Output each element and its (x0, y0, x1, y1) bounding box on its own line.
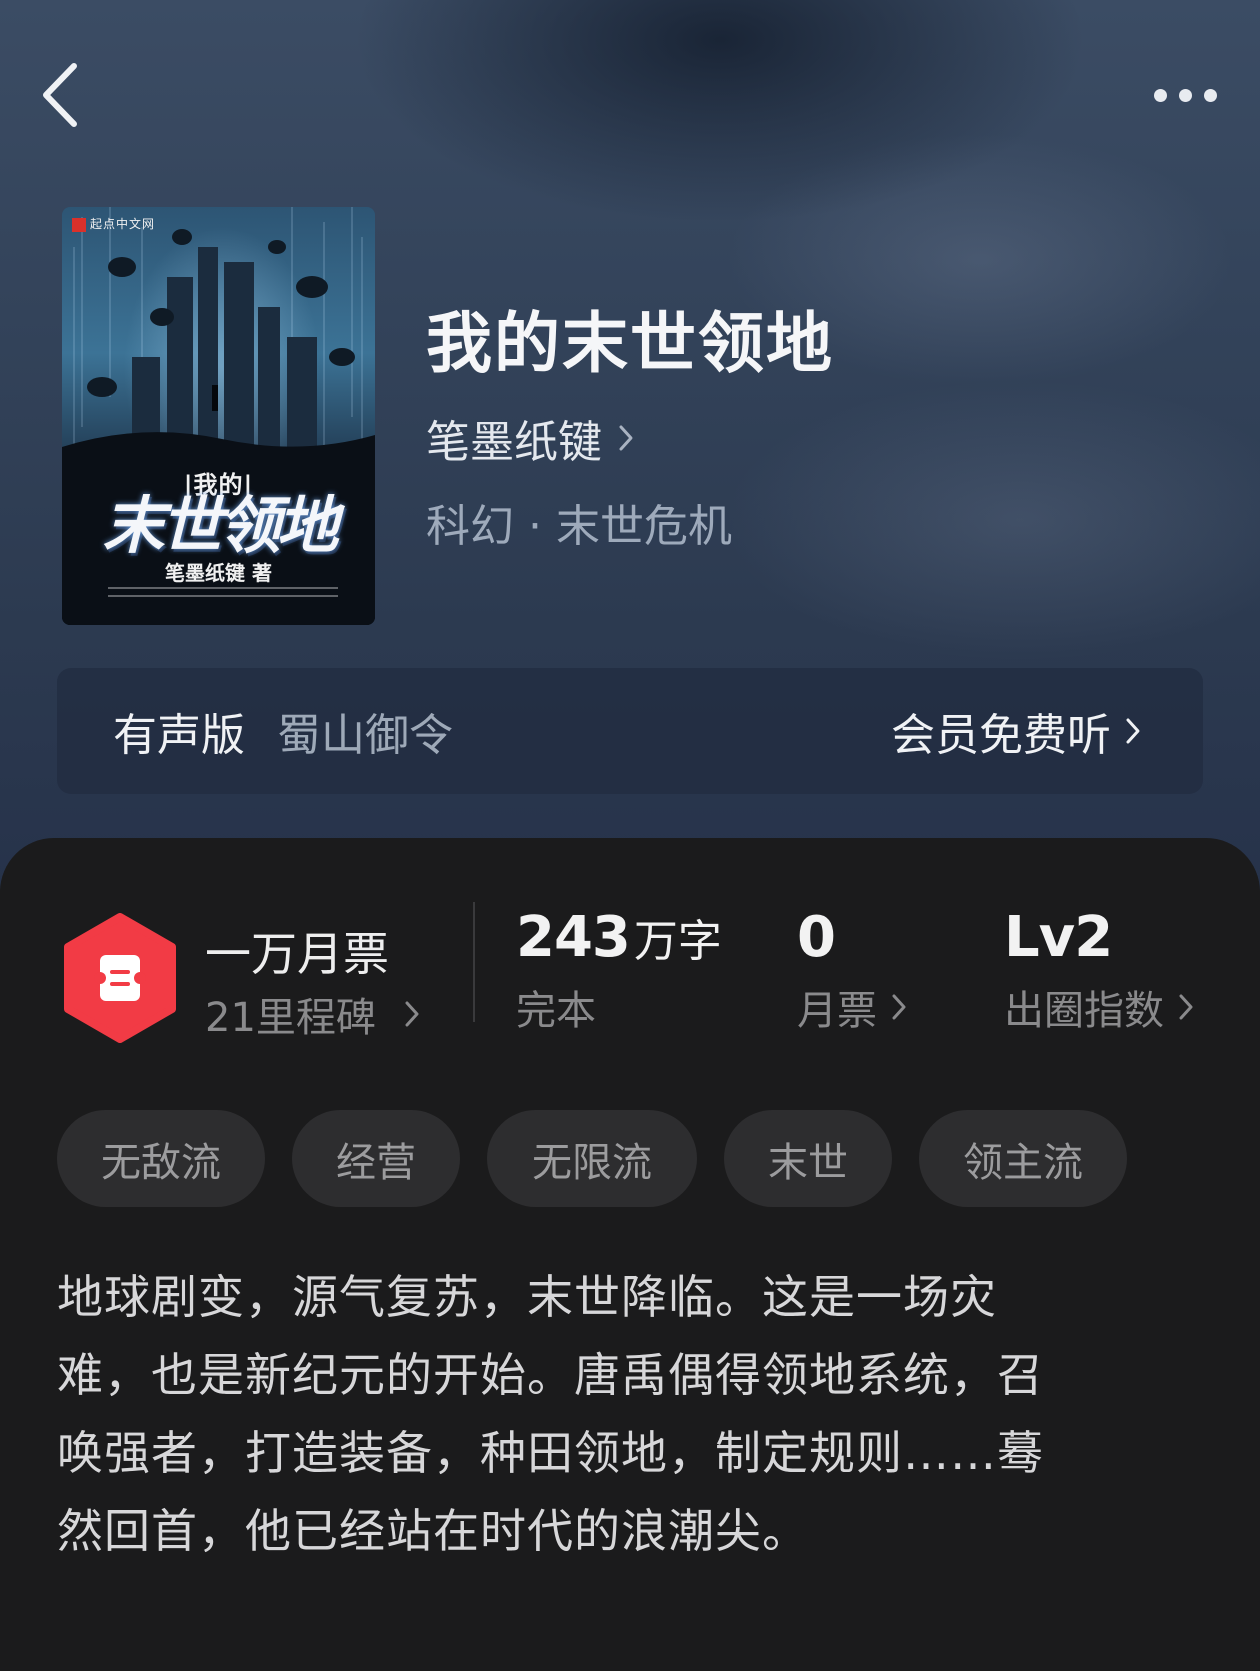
chevron-right-icon (1126, 718, 1140, 744)
synopsis-line: 难，也是新纪元的开始。唐禹偶得领地系统，召 (57, 1348, 1044, 1402)
book-cover[interactable]: 起点中文网 |我的| 末世领地 笔墨纸键 著 (62, 207, 375, 625)
author-link[interactable]: 笔墨纸键 (426, 406, 634, 470)
chevron-right-icon (619, 425, 633, 451)
stats-divider (473, 902, 475, 1022)
popularity-index-level: Lv2 (1004, 905, 1113, 970)
genre-label: 科幻 · 末世危机 (426, 501, 732, 552)
tag-chip[interactable]: 无限流 (487, 1110, 697, 1207)
audio-label: 有声版 (113, 710, 245, 761)
tag-chip[interactable]: 末世 (724, 1110, 892, 1207)
tag-chip[interactable]: 经营 (292, 1110, 460, 1207)
member-listen-button[interactable]: 会员免费听 (891, 668, 1141, 794)
chevron-left-icon (43, 63, 77, 127)
cover-fine-print (108, 587, 338, 611)
monthly-votes-stat[interactable]: 0 月票 (797, 905, 907, 1036)
author-name: 笔墨纸键 (426, 417, 602, 468)
word-count-number: 243 (516, 905, 631, 970)
more-horizontal-icon (1148, 88, 1223, 102)
monthly-votes-label: 月票 (797, 988, 877, 1034)
monthly-ticket-title: 一万月票 (205, 927, 389, 981)
chevron-right-icon (892, 994, 906, 1020)
completion-status: 完本 (516, 988, 596, 1034)
cover-title: 末世领地 (102, 489, 338, 562)
ticket-badge-icon (64, 913, 176, 1043)
cover-publisher: 起点中文网 (72, 215, 155, 232)
popularity-index-stat[interactable]: Lv2 出圈指数 (1004, 905, 1194, 1036)
audio-narrator: 蜀山御令 (277, 710, 453, 761)
back-button[interactable] (30, 55, 90, 135)
tag-chip[interactable]: 领主流 (919, 1110, 1127, 1207)
audio-version-bar[interactable]: 有声版 蜀山御令 会员免费听 (57, 668, 1203, 794)
milestone-link[interactable]: 21里程碑 (205, 985, 420, 1043)
synopsis-line: 唤强者，打造装备，种田领地，制定规则……蓦 (57, 1426, 1044, 1480)
chevron-right-icon (1179, 994, 1193, 1020)
member-listen-label: 会员免费听 (891, 710, 1111, 761)
synopsis[interactable]: 地球剧变，源气复苏，末世降临。这是一场灾 难，也是新纪元的开始。唐禹偶得领地系统… (57, 1258, 1177, 1570)
tag-chip[interactable]: 无敌流 (57, 1110, 265, 1207)
synopsis-line: 然回首，他已经站在时代的浪潮尖。 (57, 1504, 809, 1558)
book-title: 我的末世领地 (426, 304, 834, 382)
word-count-stat: 243 万字 完本 (516, 905, 722, 1036)
tag-list: 无敌流 经营 无限流 末世 领主流 (57, 1110, 1154, 1207)
cover-author: 笔墨纸键 著 (165, 561, 272, 585)
more-button[interactable] (1140, 70, 1230, 120)
synopsis-line: 地球剧变，源气复苏，末世降临。这是一场灾 (57, 1270, 997, 1324)
chevron-right-icon (405, 1001, 419, 1027)
milestone-label: 21里程碑 (205, 995, 376, 1041)
popularity-index-label: 出圈指数 (1004, 988, 1164, 1034)
word-count-unit: 万字 (633, 916, 722, 967)
monthly-votes-number: 0 (797, 905, 836, 970)
